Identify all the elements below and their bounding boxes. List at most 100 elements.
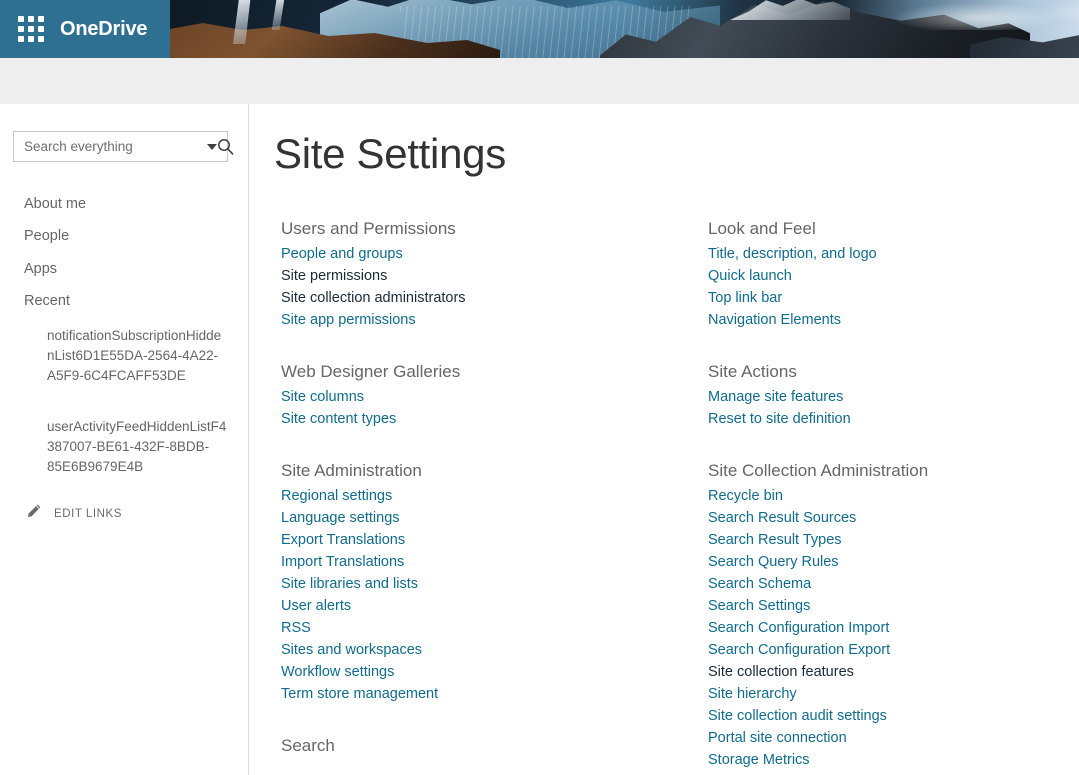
settings-link-list: Recycle bin Search Result Sources Search R…: [708, 485, 1078, 771]
settings-link-item: Import Translations: [281, 551, 681, 573]
settings-link-term-store-management[interactable]: Term store management: [281, 686, 438, 702]
search-box[interactable]: [13, 131, 234, 162]
settings-link-list: Site columns Site content types: [281, 386, 681, 430]
pencil-icon: [26, 503, 42, 524]
settings-link-item: Site columns: [281, 386, 681, 408]
settings-link-top-link-bar[interactable]: Top link bar: [708, 290, 782, 306]
sidebar-item-recent[interactable]: Recent: [24, 293, 70, 309]
settings-link-item: Sites and workspaces: [281, 639, 681, 661]
page-title: Site Settings: [274, 130, 506, 177]
settings-link-site-hierarchy[interactable]: Site hierarchy: [708, 686, 797, 702]
settings-link-item: Search Configuration Import: [708, 617, 1078, 639]
settings-link-search-configuration-import[interactable]: Search Configuration Import: [708, 620, 889, 636]
settings-link-sites-and-workspaces[interactable]: Sites and workspaces: [281, 642, 422, 658]
settings-link-site-permissions[interactable]: Site permissions: [281, 268, 387, 284]
suite-bar: OneDrive: [0, 0, 1079, 58]
settings-link-item: Site permissions: [281, 265, 681, 287]
settings-link-site-collection-administrators[interactable]: Site collection administrators: [281, 290, 466, 306]
settings-group-site-administration: Site Administration Regional settings Lang…: [281, 458, 681, 705]
settings-link-manage-site-features[interactable]: Manage site features: [708, 389, 843, 405]
settings-link-item: Site app permissions: [281, 309, 681, 331]
settings-link-site-columns[interactable]: Site columns: [281, 389, 364, 405]
settings-link-item: Search Query Rules: [708, 551, 1078, 573]
settings-link-item: Language settings: [281, 507, 681, 529]
settings-link-item: Manage site features: [708, 386, 1078, 408]
app-launcher-waffle-icon[interactable]: [14, 12, 48, 46]
settings-link-site-app-permissions[interactable]: Site app permissions: [281, 312, 416, 328]
chevron-down-icon[interactable]: [207, 132, 217, 161]
settings-link-workflow-settings[interactable]: Workflow settings: [281, 664, 394, 680]
settings-link-quick-launch[interactable]: Quick launch: [708, 268, 792, 284]
settings-link-site-libraries-and-lists[interactable]: Site libraries and lists: [281, 576, 418, 592]
settings-link-import-translations[interactable]: Import Translations: [281, 554, 404, 570]
settings-link-item: Portal site connection: [708, 727, 1078, 749]
settings-link-portal-site-connection[interactable]: Portal site connection: [708, 730, 847, 746]
settings-group-heading: Site Administration: [281, 461, 422, 480]
settings-link-search-settings[interactable]: Search Settings: [708, 598, 810, 614]
settings-link-item: Search Result Types: [708, 529, 1078, 551]
settings-link-item: Term store management: [281, 683, 681, 705]
settings-link-item: People and groups: [281, 243, 681, 265]
settings-link-item: Search Configuration Export: [708, 639, 1078, 661]
settings-link-search-result-types[interactable]: Search Result Types: [708, 532, 842, 548]
settings-link-item: Recycle bin: [708, 485, 1078, 507]
settings-link-item: Storage Metrics: [708, 749, 1078, 771]
settings-link-site-content-types[interactable]: Site content types: [281, 411, 396, 427]
settings-column-right: Look and Feel Title, description, and log…: [708, 216, 1078, 775]
settings-group-look-and-feel: Look and Feel Title, description, and log…: [708, 216, 1078, 331]
sidebar-item-about-me[interactable]: About me: [24, 196, 86, 212]
edit-links-label: EDIT LINKS: [54, 507, 122, 520]
sidebar-item-apps[interactable]: Apps: [24, 261, 57, 277]
settings-link-navigation-elements[interactable]: Navigation Elements: [708, 312, 841, 328]
settings-link-search-result-sources[interactable]: Search Result Sources: [708, 510, 856, 526]
settings-link-item: Site collection audit settings: [708, 705, 1078, 727]
suite-bar-brand-area: OneDrive: [0, 0, 170, 58]
settings-link-item: Workflow settings: [281, 661, 681, 683]
settings-link-people-and-groups[interactable]: People and groups: [281, 246, 403, 262]
settings-link-rss[interactable]: RSS: [281, 620, 311, 636]
settings-link-language-settings[interactable]: Language settings: [281, 510, 400, 526]
settings-link-item: RSS: [281, 617, 681, 639]
settings-link-item: Quick launch: [708, 265, 1078, 287]
edit-links-button[interactable]: EDIT LINKS: [26, 503, 122, 524]
search-input[interactable]: [14, 133, 207, 160]
settings-link-search-query-rules[interactable]: Search Query Rules: [708, 554, 839, 570]
settings-link-reset-to-site-definition[interactable]: Reset to site definition: [708, 411, 851, 427]
onedrive-brand-link[interactable]: OneDrive: [60, 18, 148, 41]
chrome-toolbar-band: [0, 58, 1079, 104]
settings-group-heading: Site Collection Administration: [708, 461, 929, 480]
settings-link-regional-settings[interactable]: Regional settings: [281, 488, 392, 504]
settings-column-left: Users and Permissions People and groups Si…: [281, 216, 681, 775]
settings-link-list: People and groups Site permissions Site co…: [281, 243, 681, 331]
settings-link-site-collection-audit-settings[interactable]: Site collection audit settings: [708, 708, 887, 724]
recent-list-item[interactable]: userActivityFeedHiddenListF4387007-BE61-…: [47, 417, 227, 477]
settings-link-user-alerts[interactable]: User alerts: [281, 598, 351, 614]
settings-link-export-translations[interactable]: Export Translations: [281, 532, 405, 548]
search-icon[interactable]: [217, 132, 234, 161]
settings-link-recycle-bin[interactable]: Recycle bin: [708, 488, 783, 504]
settings-link-item: User alerts: [281, 595, 681, 617]
settings-link-item: Site hierarchy: [708, 683, 1078, 705]
settings-link-item: Site content types: [281, 408, 681, 430]
site-banner-image: [170, 0, 1079, 58]
settings-link-site-collection-features[interactable]: Site collection features: [708, 664, 854, 680]
banner-clouds: [860, 0, 1079, 30]
settings-link-item: Site collection administrators: [281, 287, 681, 309]
settings-link-storage-metrics[interactable]: Storage Metrics: [708, 752, 810, 768]
settings-link-search-schema[interactable]: Search Schema: [708, 576, 811, 592]
settings-link-list: Manage site features Reset to site defini…: [708, 386, 1078, 430]
sidebar-item-people[interactable]: People: [24, 228, 69, 244]
settings-group-heading: Look and Feel: [708, 219, 816, 238]
settings-link-item: Search Result Sources: [708, 507, 1078, 529]
settings-link-item: Reset to site definition: [708, 408, 1078, 430]
settings-group-heading: Web Designer Galleries: [281, 362, 461, 381]
settings-link-item: Regional settings: [281, 485, 681, 507]
settings-link-item: Top link bar: [708, 287, 1078, 309]
settings-link-item: Search Schema: [708, 573, 1078, 595]
settings-link-search-configuration-export[interactable]: Search Configuration Export: [708, 642, 890, 658]
settings-link-list: Title, description, and logo Quick launch…: [708, 243, 1078, 331]
settings-link-title-description-and-logo[interactable]: Title, description, and logo: [708, 246, 877, 262]
recent-list-item[interactable]: notificationSubscriptionHiddenList6D1E55…: [47, 326, 227, 386]
settings-group-heading: Search: [281, 736, 335, 755]
settings-link-item: Title, description, and logo: [708, 243, 1078, 265]
